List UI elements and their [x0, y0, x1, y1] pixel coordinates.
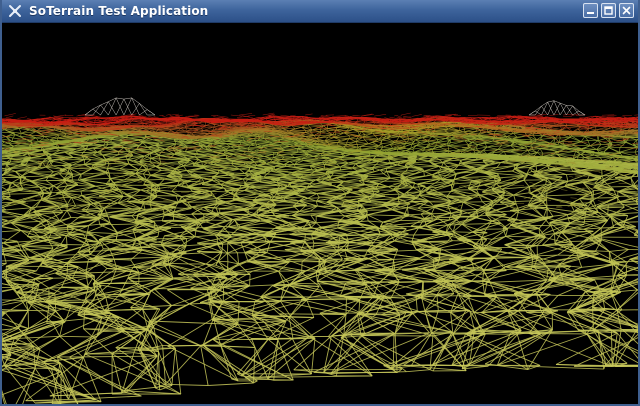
- terrain-wireframe: [2, 23, 638, 404]
- window-controls: [583, 3, 634, 18]
- maximize-icon: [604, 6, 613, 15]
- maximize-button[interactable]: [601, 3, 616, 18]
- 3d-viewport[interactable]: [2, 23, 638, 404]
- window-title: SoTerrain Test Application: [29, 4, 209, 18]
- minimize-button[interactable]: [583, 3, 598, 18]
- close-icon: [622, 6, 631, 15]
- minimize-icon: [587, 12, 594, 14]
- app-icon[interactable]: [7, 3, 23, 19]
- application-window: SoTerrain Test Application: [0, 0, 640, 406]
- close-button[interactable]: [619, 3, 634, 18]
- title-bar[interactable]: SoTerrain Test Application: [2, 0, 638, 23]
